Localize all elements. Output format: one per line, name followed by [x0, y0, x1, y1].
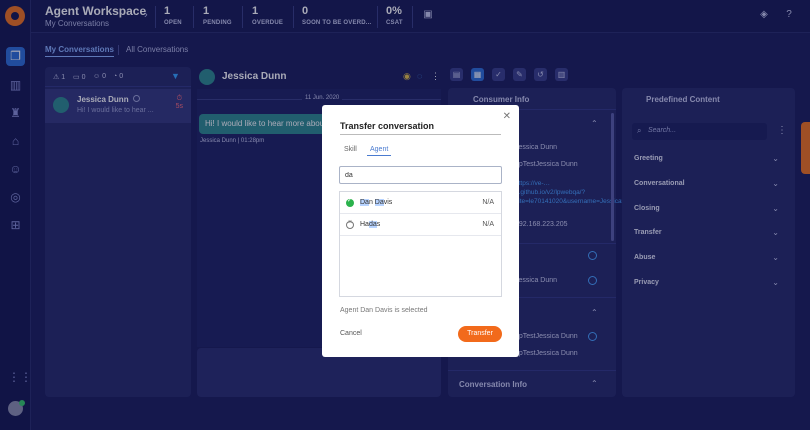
agent-name: Dan Davis: [360, 199, 393, 206]
agent-row-dan-davis[interactable]: Dan Davis N/A: [340, 192, 501, 214]
divider: [340, 134, 501, 135]
agent-load: N/A: [482, 199, 494, 206]
cancel-button[interactable]: Cancel: [340, 330, 362, 337]
tab-skill[interactable]: Skill: [344, 146, 357, 153]
away-status-icon: [346, 219, 354, 229]
agent-list: Dan Davis N/A Hadas N/A: [339, 191, 502, 297]
close-icon[interactable]: ✕: [503, 111, 511, 122]
transfer-conversation-dialog: Transfer conversation ✕ Skill Agent Dan …: [322, 105, 519, 357]
transfer-button[interactable]: Transfer: [458, 326, 502, 342]
dialog-title: Transfer conversation: [340, 121, 435, 131]
online-status-icon: [346, 197, 354, 207]
agent-load: N/A: [482, 221, 494, 228]
tab-agent[interactable]: Agent: [366, 146, 392, 156]
selection-status: Agent Dan Davis is selected: [340, 307, 428, 314]
agent-row-hadas[interactable]: Hadas N/A: [340, 214, 501, 236]
agent-search-input[interactable]: [339, 166, 502, 184]
agent-name: Hadas: [360, 221, 381, 228]
